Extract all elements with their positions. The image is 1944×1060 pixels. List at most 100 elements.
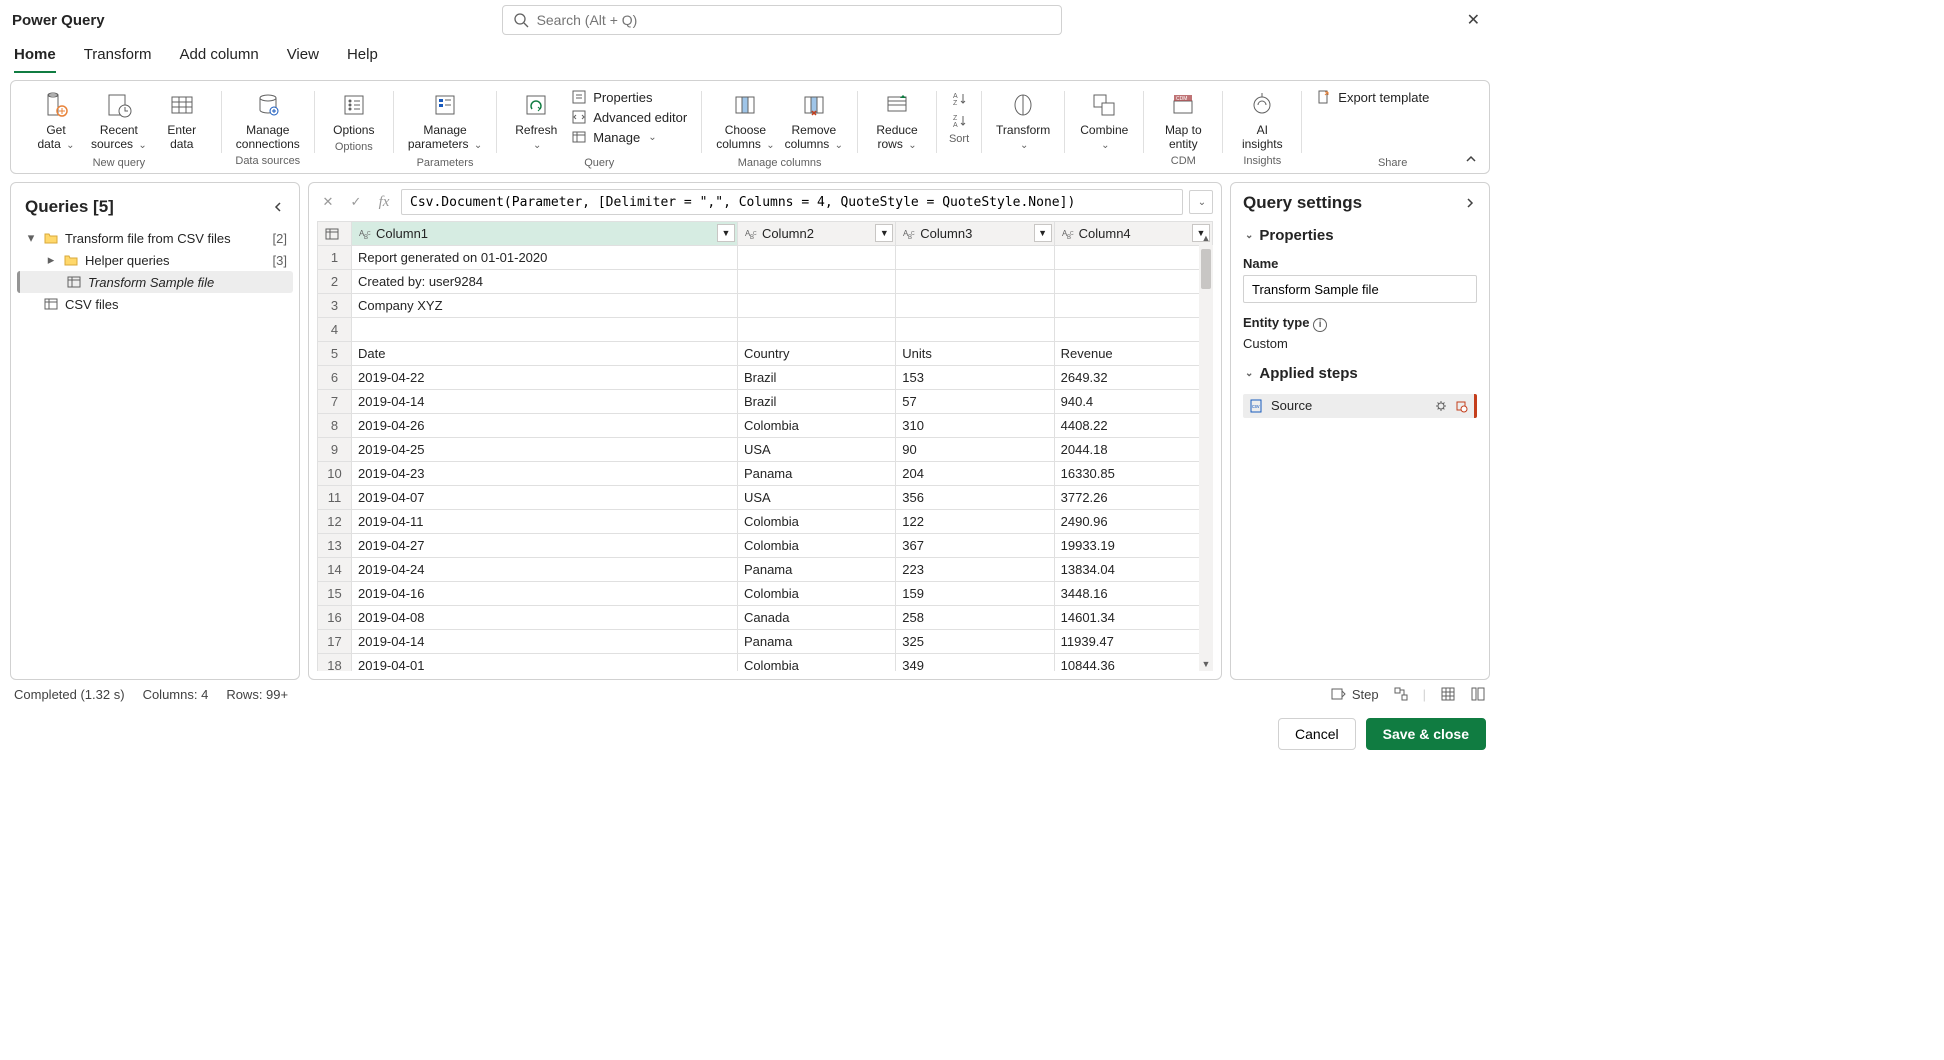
cell[interactable]: Brazil: [737, 366, 895, 390]
column-filter-button[interactable]: ▼: [875, 224, 893, 242]
cell[interactable]: [737, 246, 895, 270]
cell[interactable]: Company XYZ: [352, 294, 738, 318]
row-number[interactable]: 12: [318, 510, 352, 534]
column-filter-button[interactable]: ▼: [1034, 224, 1052, 242]
formula-bar[interactable]: [401, 189, 1183, 215]
cell[interactable]: 2019-04-14: [352, 390, 738, 414]
column-header[interactable]: ABCColumn1▼: [352, 222, 738, 246]
cancel-formula-button[interactable]: ✕: [317, 191, 339, 213]
cell[interactable]: 325: [896, 630, 1054, 654]
choose-columns-button[interactable]: Choose columns ⌄: [712, 85, 778, 155]
cell[interactable]: 223: [896, 558, 1054, 582]
row-number[interactable]: 10: [318, 462, 352, 486]
cell[interactable]: 2019-04-01: [352, 654, 738, 672]
export-template-button[interactable]: Export template: [1312, 85, 1433, 107]
cell[interactable]: [1054, 246, 1212, 270]
cell[interactable]: [737, 318, 895, 342]
map-to-entity-button[interactable]: CDM Map to entity: [1154, 85, 1212, 153]
collapse-ribbon-button[interactable]: [1463, 151, 1479, 167]
cell[interactable]: [896, 318, 1054, 342]
vertical-scrollbar[interactable]: ▲ ▼: [1199, 245, 1213, 671]
row-number[interactable]: 6: [318, 366, 352, 390]
cell[interactable]: 3772.26: [1054, 486, 1212, 510]
cell[interactable]: 258: [896, 606, 1054, 630]
column-filter-button[interactable]: ▼: [717, 224, 735, 242]
cell[interactable]: [737, 294, 895, 318]
cell[interactable]: 153: [896, 366, 1054, 390]
info-icon[interactable]: i: [1313, 318, 1327, 332]
row-number[interactable]: 7: [318, 390, 352, 414]
cell[interactable]: Revenue: [1054, 342, 1212, 366]
step-lock-icon[interactable]: [1454, 399, 1468, 413]
tab-help[interactable]: Help: [347, 40, 378, 73]
search-input[interactable]: [537, 12, 1051, 28]
expand-formula-button[interactable]: ⌄: [1189, 190, 1213, 214]
cell[interactable]: Colombia: [737, 582, 895, 606]
cell[interactable]: 122: [896, 510, 1054, 534]
save-close-button[interactable]: Save & close: [1366, 718, 1486, 750]
query-node[interactable]: Transform Sample file: [17, 271, 293, 293]
recent-sources-button[interactable]: Recent sources ⌄: [87, 85, 151, 155]
expand-settings-button[interactable]: [1463, 196, 1477, 210]
select-all-corner[interactable]: [318, 222, 352, 246]
cell[interactable]: 310: [896, 414, 1054, 438]
search-box[interactable]: [502, 5, 1062, 35]
tab-transform[interactable]: Transform: [84, 40, 152, 73]
cell[interactable]: Colombia: [737, 414, 895, 438]
row-number[interactable]: 13: [318, 534, 352, 558]
cell[interactable]: [896, 270, 1054, 294]
sort-asc-button[interactable]: AZ: [947, 89, 971, 109]
row-number[interactable]: 11: [318, 486, 352, 510]
commit-formula-button[interactable]: ✓: [345, 191, 367, 213]
refresh-button[interactable]: Refresh⌄: [507, 85, 565, 155]
ai-insights-button[interactable]: AI insights: [1233, 85, 1291, 153]
manage-query-button[interactable]: Manage ⌄: [567, 127, 691, 147]
reduce-rows-button[interactable]: Reduce rows ⌄: [868, 85, 926, 155]
row-number[interactable]: 1: [318, 246, 352, 270]
enter-data-button[interactable]: Enter data: [153, 85, 211, 155]
query-node[interactable]: CSV files: [17, 293, 293, 315]
properties-section[interactable]: ⌄Properties: [1243, 227, 1477, 244]
cell[interactable]: USA: [737, 486, 895, 510]
cell[interactable]: 367: [896, 534, 1054, 558]
column-header[interactable]: ABCColumn4▼: [1054, 222, 1212, 246]
row-number[interactable]: 18: [318, 654, 352, 672]
cell[interactable]: 4408.22: [1054, 414, 1212, 438]
cell[interactable]: Canada: [737, 606, 895, 630]
scroll-thumb[interactable]: [1201, 249, 1211, 289]
row-number[interactable]: 15: [318, 582, 352, 606]
cell[interactable]: Panama: [737, 462, 895, 486]
cell[interactable]: [896, 246, 1054, 270]
cell[interactable]: 356: [896, 486, 1054, 510]
get-data-button[interactable]: Get data ⌄: [27, 85, 85, 155]
cell[interactable]: USA: [737, 438, 895, 462]
row-number[interactable]: 14: [318, 558, 352, 582]
cell[interactable]: 940.4: [1054, 390, 1212, 414]
applied-step[interactable]: csv Source: [1243, 394, 1477, 418]
cell[interactable]: 16330.85: [1054, 462, 1212, 486]
row-number[interactable]: 9: [318, 438, 352, 462]
options-button[interactable]: Options: [325, 85, 383, 139]
advanced-editor-button[interactable]: Advanced editor: [567, 107, 691, 127]
cell[interactable]: 2019-04-22: [352, 366, 738, 390]
cell[interactable]: [737, 270, 895, 294]
cell[interactable]: 2019-04-27: [352, 534, 738, 558]
cell[interactable]: Colombia: [737, 534, 895, 558]
cell[interactable]: 349: [896, 654, 1054, 672]
grid-view-button[interactable]: [1440, 686, 1456, 702]
cell[interactable]: 90: [896, 438, 1054, 462]
cell[interactable]: 13834.04: [1054, 558, 1212, 582]
cell[interactable]: Colombia: [737, 510, 895, 534]
schema-view-button[interactable]: [1470, 686, 1486, 702]
row-number[interactable]: 17: [318, 630, 352, 654]
column-header[interactable]: ABCColumn2▼: [737, 222, 895, 246]
cell[interactable]: 2019-04-26: [352, 414, 738, 438]
cell[interactable]: Country: [737, 342, 895, 366]
tab-home[interactable]: Home: [14, 40, 56, 73]
cell[interactable]: Units: [896, 342, 1054, 366]
cell[interactable]: 2044.18: [1054, 438, 1212, 462]
cell[interactable]: Created by: user9284: [352, 270, 738, 294]
cell[interactable]: Brazil: [737, 390, 895, 414]
row-number[interactable]: 8: [318, 414, 352, 438]
row-number[interactable]: 3: [318, 294, 352, 318]
